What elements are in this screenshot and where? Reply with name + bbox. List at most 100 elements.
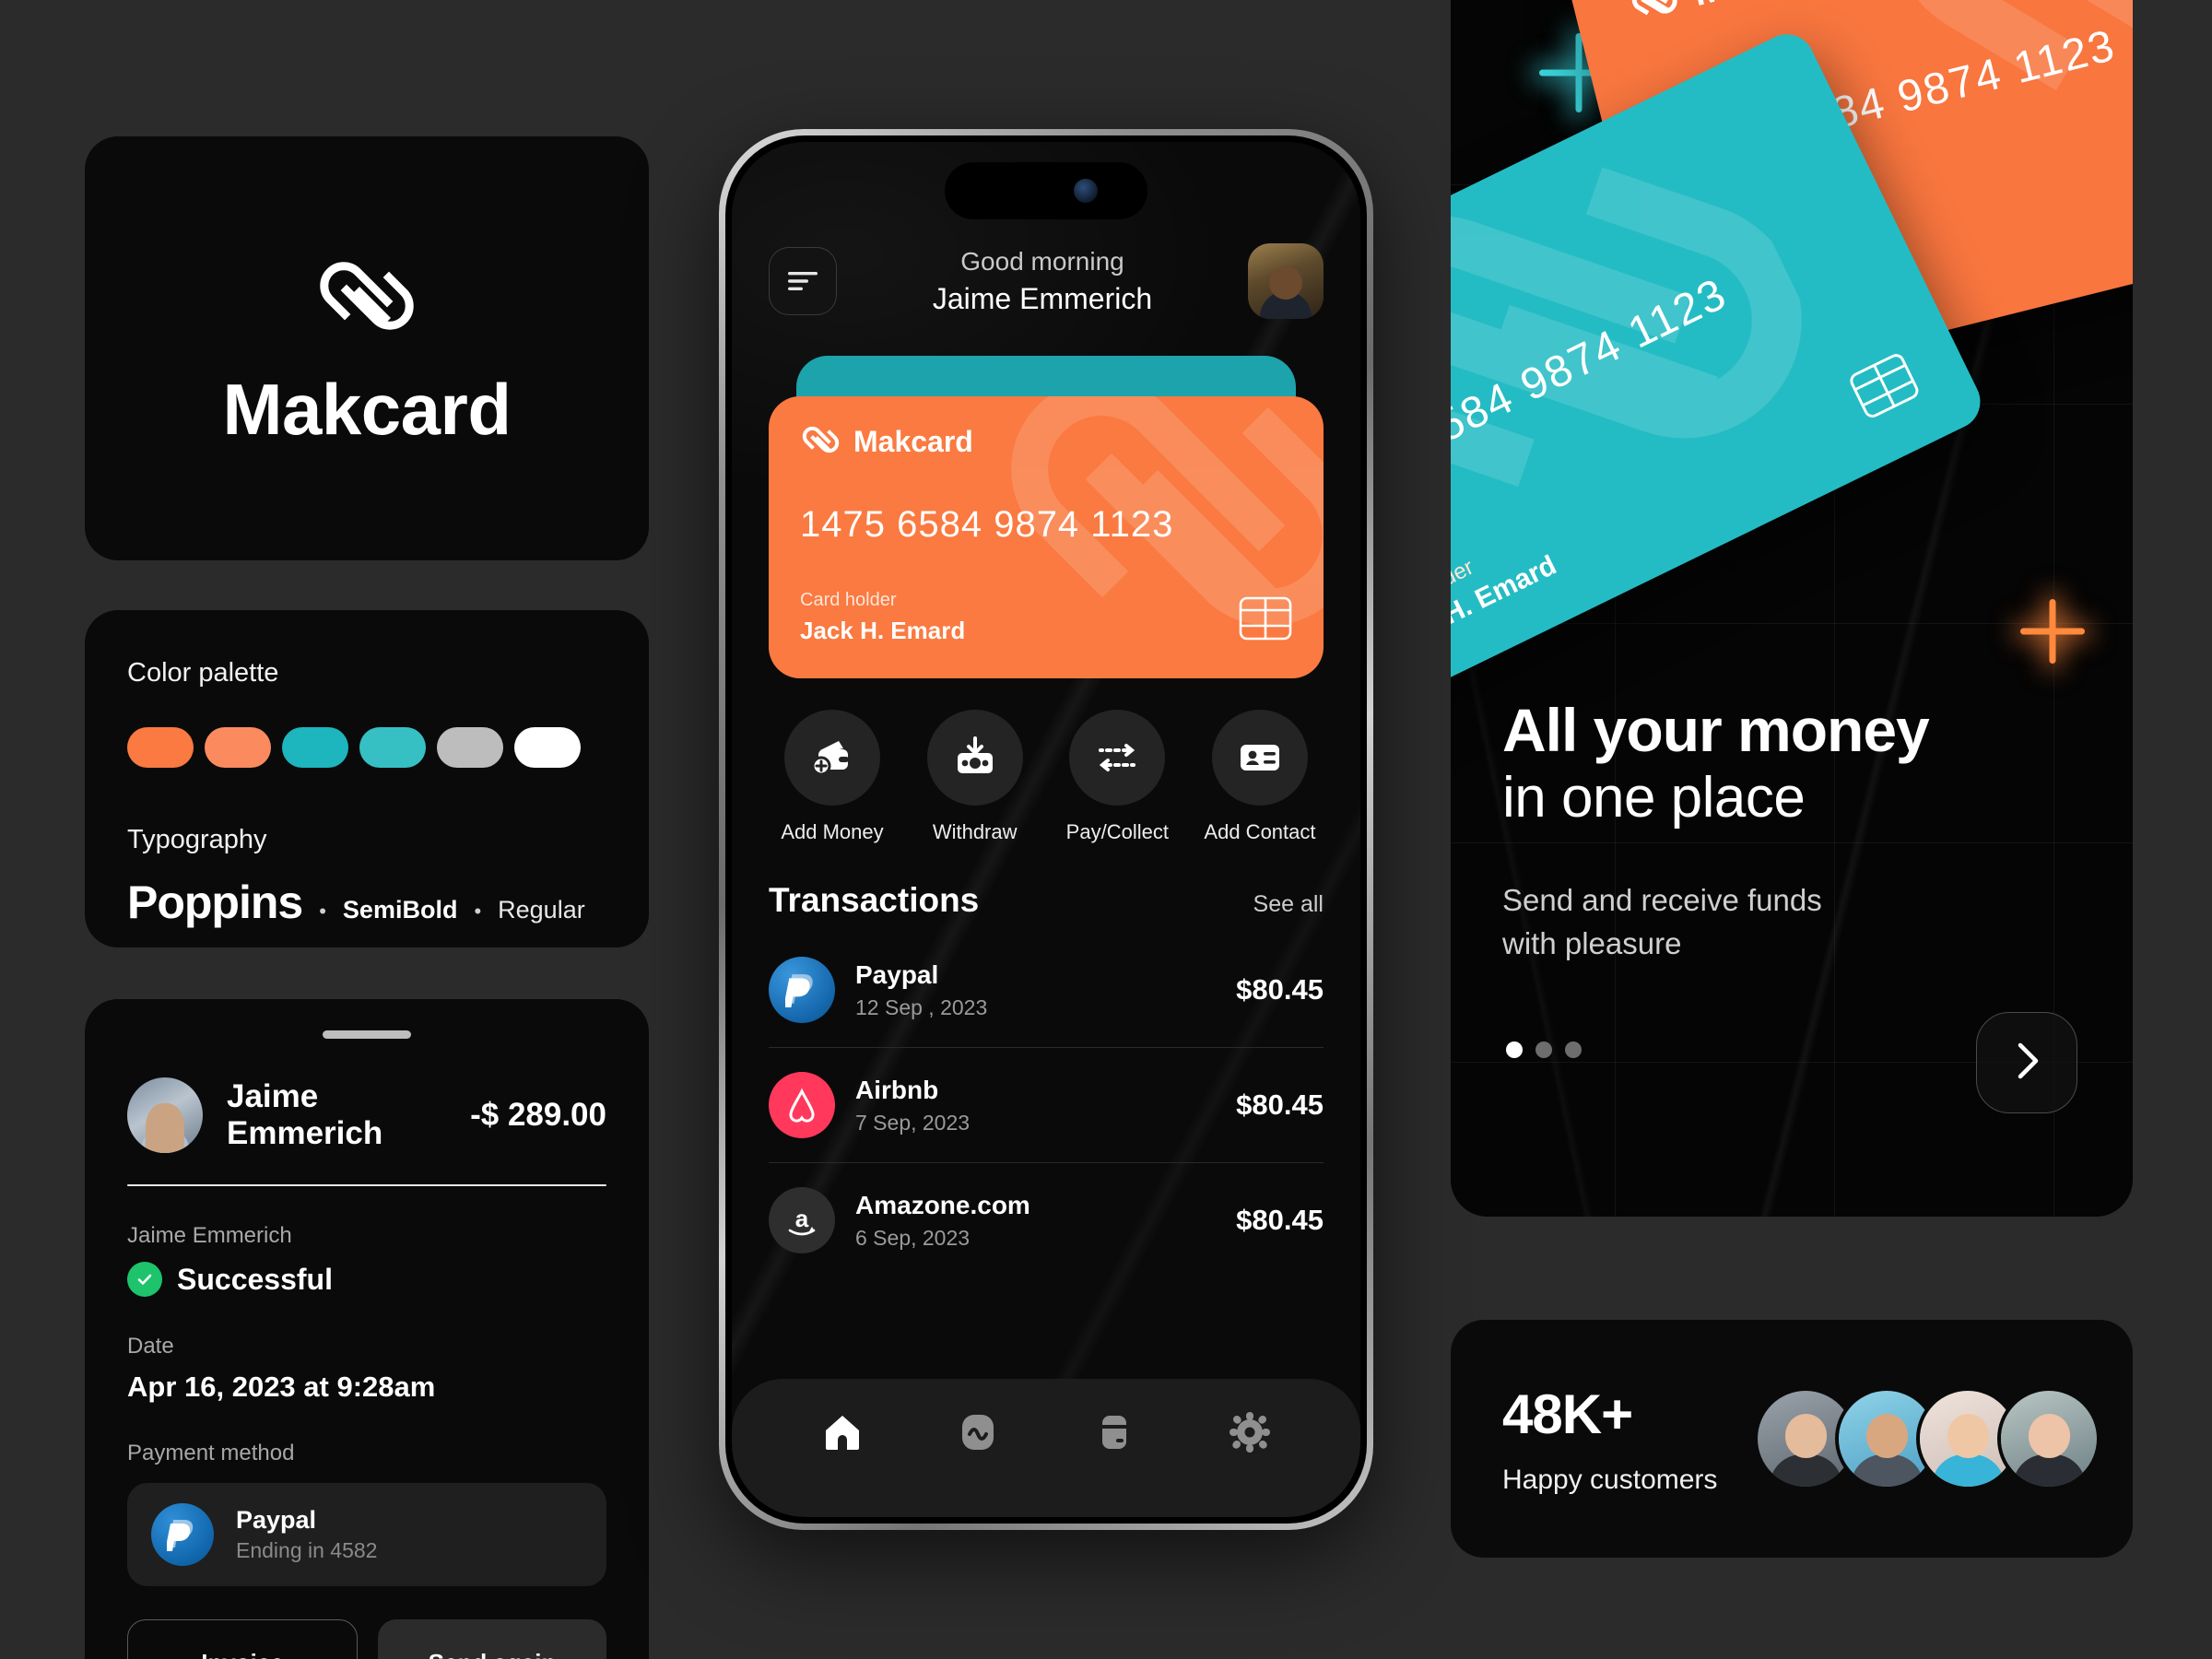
card-bottom-row: Card holder Jack H. Emard	[800, 590, 1292, 645]
transactions-title: Transactions	[769, 881, 980, 919]
payment-method-label: Payment method	[127, 1441, 295, 1465]
font-weight-regular: Regular	[498, 896, 585, 924]
hero-headline-bold: All your money	[1502, 696, 1930, 765]
customer-avatar-group	[1754, 1387, 2101, 1490]
app-header: Good morning Jaime Emmerich	[769, 243, 1324, 319]
check-circle-icon	[127, 1262, 162, 1297]
makcard-paperclip-logo-icon	[1624, 0, 1685, 31]
quick-action-add-contact[interactable]: Add Contact	[1204, 710, 1316, 844]
cash-download-icon	[926, 710, 1023, 806]
phone-notch	[945, 162, 1147, 219]
carousel-dot-2[interactable]	[1535, 1041, 1552, 1058]
typography-row: Poppins • SemiBold • Regular	[127, 876, 606, 929]
transaction-person-name: Jaime Emmerich	[227, 1078, 383, 1151]
phone-screen: Good morning Jaime Emmerich Makcard 1475…	[732, 142, 1360, 1517]
weight-separator-1: •	[319, 900, 326, 923]
payment-method-name: Paypal	[236, 1506, 317, 1534]
avatar[interactable]	[1248, 243, 1324, 319]
carousel-dot-1[interactable]	[1506, 1041, 1523, 1058]
stats-label: Happy customers	[1502, 1464, 1718, 1495]
color-swatch-orange-primary[interactable]	[127, 727, 194, 768]
quick-action-label: Add Money	[781, 820, 884, 843]
sparkle-orange-icon	[2020, 599, 2085, 664]
transaction-row[interactable]: Paypal 12 Sep , 2023 $80.45	[769, 933, 1324, 1048]
date-field: Date Apr 16, 2023 at 9:28am	[127, 1334, 606, 1404]
status-text: Successful	[177, 1262, 333, 1296]
contact-card-icon	[1211, 710, 1308, 806]
greeting-name: Jaime Emmerich	[932, 281, 1153, 315]
greeting-block: Good morning Jaime Emmerich	[852, 247, 1233, 316]
avatar	[127, 1077, 203, 1153]
hero-subtext-line-1: Send and receive funds	[1502, 883, 1822, 918]
quick-action-pay-collect[interactable]: Pay/Collect	[1061, 710, 1173, 844]
card-holder-block: Card holder Jack H. Emard	[800, 590, 965, 645]
phone-mockup: Good morning Jaime Emmerich Makcard 1475…	[719, 129, 1373, 1530]
weight-separator-2: •	[474, 900, 482, 923]
typography-label: Typography	[127, 825, 267, 854]
hamburger-menu-icon[interactable]	[769, 247, 837, 315]
quick-action-add-money[interactable]: Add Money	[776, 710, 888, 844]
showcase-stage: Makcard Color palette Typography Poppins…	[0, 0, 2212, 1659]
transaction-row[interactable]: Airbnb 7 Sep, 2023 $80.45	[769, 1048, 1324, 1163]
transaction-amount: $80.45	[1236, 1088, 1324, 1121]
paypal-icon	[769, 957, 835, 1023]
right-column: Makcard 1475 6584 9874 1123 Card holder …	[1451, 0, 2133, 1558]
greeting-small: Good morning	[960, 246, 1124, 276]
svg-text:a: a	[795, 1205, 809, 1232]
see-all-link[interactable]: See all	[1253, 891, 1324, 918]
transaction-header: Jaime Emmerich -$ 289.00	[127, 1077, 606, 1153]
color-swatch-white[interactable]	[514, 727, 581, 768]
carousel-next-button[interactable]	[1976, 1012, 2077, 1113]
quick-actions: Add Money Withdraw Pay/Collect Add Contact	[769, 710, 1324, 844]
transaction-name: Paypal	[855, 959, 939, 989]
sender-name: Jaime Emmerich	[127, 1223, 292, 1248]
card-holder-name: Jack H. Emard	[800, 617, 966, 644]
style-guide-card: Color palette Typography Poppins • SemiB…	[85, 610, 649, 947]
date-value: Apr 16, 2023 at 9:28am	[127, 1371, 436, 1403]
hero-panel: Makcard 1475 6584 9874 1123 Card holder …	[1451, 0, 2133, 1217]
wave-square-icon[interactable]	[957, 1411, 999, 1453]
transaction-date: 12 Sep , 2023	[855, 994, 988, 1019]
transactions-header: Transactions See all	[769, 881, 1324, 920]
transaction-name: Amazone.com	[855, 1190, 1030, 1219]
hero-headline-light: in one place	[1502, 766, 1806, 830]
stats-text-block: 48K+ Happy customers	[1502, 1382, 1717, 1496]
hero-subtext: Send and receive funds with pleasure	[1502, 879, 1929, 966]
stats-number: 48K+	[1502, 1382, 1633, 1445]
color-swatch-teal-light[interactable]	[359, 727, 426, 768]
color-swatch-gray[interactable]	[437, 727, 503, 768]
action-button-row: Invoice Send again	[127, 1619, 606, 1659]
hero-subtext-line-2: with pleasure	[1502, 926, 1682, 961]
carousel-dot-3[interactable]	[1565, 1041, 1582, 1058]
gear-icon[interactable]	[1229, 1411, 1271, 1453]
transfer-arrows-icon	[1069, 710, 1166, 806]
send-again-button[interactable]: Send again	[378, 1619, 606, 1659]
transaction-row[interactable]: a Amazone.com 6 Sep, 2023 $80.45	[769, 1163, 1324, 1277]
home-icon[interactable]	[821, 1411, 864, 1453]
card-stack: Makcard 1475 6584 9874 1123 Card holder …	[769, 356, 1324, 678]
date-label: Date	[127, 1334, 174, 1359]
brand-card: Makcard	[85, 136, 649, 560]
carousel-dots	[1506, 1041, 1582, 1058]
color-palette-label: Color palette	[127, 658, 279, 688]
chevron-right-icon	[2011, 1040, 2042, 1087]
transactions-list: Paypal 12 Sep , 2023 $80.45 Airbnb 7 Sep, 20…	[769, 933, 1324, 1277]
card-icon[interactable]	[1093, 1411, 1135, 1453]
quick-action-withdraw[interactable]: Withdraw	[919, 710, 1031, 844]
transaction-amount: -$ 289.00	[470, 1097, 606, 1133]
transaction-info: Amazone.com 6 Sep, 2023	[855, 1191, 1216, 1251]
phone-frame: Good morning Jaime Emmerich Makcard 1475…	[719, 129, 1373, 1530]
payment-method-info: Paypal Ending in 4582	[236, 1506, 377, 1563]
primary-card[interactable]: Makcard 1475 6584 9874 1123 Card holder …	[769, 396, 1324, 678]
wallet-plus-icon	[784, 710, 880, 806]
card-holder-label: Card holder	[800, 590, 897, 610]
front-camera-icon	[1074, 179, 1098, 203]
card-brand-row: Makcard	[800, 424, 1292, 460]
color-swatch-orange-light[interactable]	[205, 727, 271, 768]
app-content: Good morning Jaime Emmerich Makcard 1475…	[732, 142, 1360, 1517]
payment-method-row[interactable]: Paypal Ending in 4582	[127, 1483, 606, 1586]
sheet-grabber[interactable]	[323, 1030, 411, 1039]
color-swatch-teal-primary[interactable]	[282, 727, 348, 768]
brand-name: Makcard	[222, 369, 512, 450]
invoice-button[interactable]: Invoice	[127, 1619, 358, 1659]
